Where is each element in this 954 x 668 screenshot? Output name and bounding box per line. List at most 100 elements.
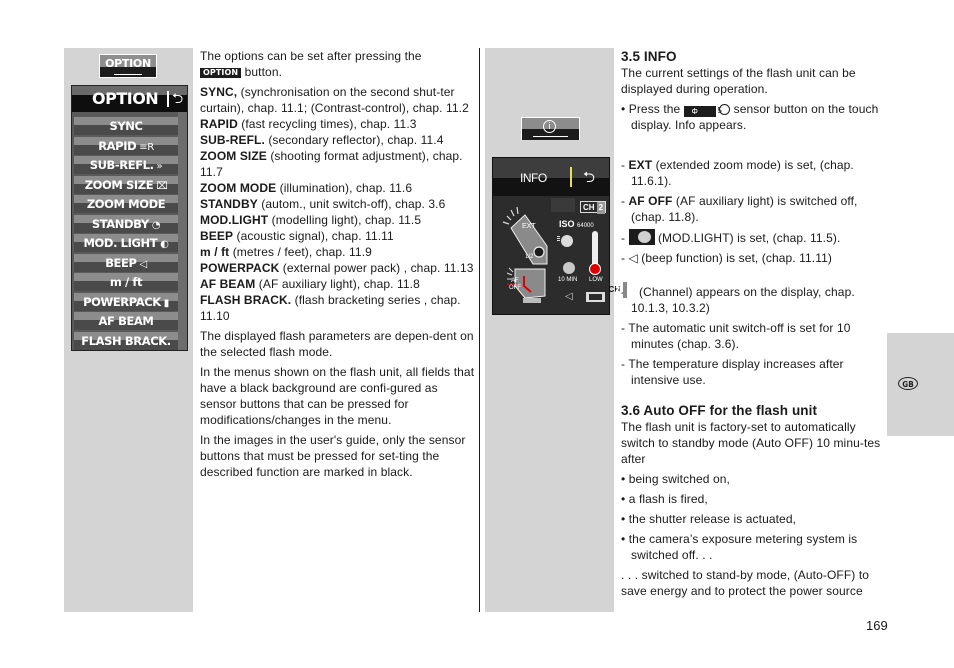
paragraph-flash-params: The displayed flash parameters are depen… [200,329,474,359]
option-entry: FLASH BRACK. (flash bracketing series , … [200,292,475,324]
info-display-screen: INFO ⮌ CH 2 ISO 64000 EXT 1/2 AF OFF 10 MI… [492,157,610,315]
option-description: (metres / feet), chap. 11.9 [229,245,372,259]
option-entry: AF BEAM (AF auxiliary light), chap. 11.8 [200,276,475,292]
menu-item-rapid[interactable]: RAPID ≡R [74,136,178,155]
menu-item-icon: ▮ [163,297,170,309]
modelling-light-icon [557,234,573,249]
option-term: ZOOM SIZE [200,149,267,163]
menu-scrollbar[interactable] [178,112,187,350]
menu-item-zoom-mode[interactable]: ZOOM MODE [74,195,178,213]
menu-item-icon: ⌧ [156,180,168,192]
bullet-item: • the shutter release is actuated, [621,512,797,526]
intro-text-end: button. [241,65,283,79]
option-term: SYNC, [200,85,238,99]
info-screen-title: INFO [520,171,547,185]
inline-info-button: Φ [683,106,716,117]
menu-item-label: SYNC [109,119,143,133]
menu-item-standby[interactable]: STANDBY ◔ [74,214,178,233]
option-description: (AF auxiliary light), chap. 11.8 [255,277,420,291]
option-menu-header: OPTION ⮌ [72,86,187,112]
option-entry: STANDBY (autom., unit switch-off), chap.… [200,196,475,212]
menu-item-icon: ◔ [151,219,161,231]
bullet-item: • a flash is fired, [621,492,708,506]
option-description: (autom., unit switch-off), chap. 3.6 [257,197,446,211]
option-term: FLASH BRACK. [200,293,292,307]
menu-item-powerpack[interactable]: POWERPACK ▮ [74,292,178,311]
paragraph-guide-images: In the images in the user's guide, only … [200,433,466,479]
menu-item-label: AF BEAM [98,314,154,328]
iso-readout: ISO 64000 [559,219,594,229]
intro-text: The options can be set after pressing th… [200,49,422,63]
info-term: EXT [628,158,653,172]
channel-item: - CH2 (Channel) appears on the display, … [609,282,891,316]
info-text-column: 3.5 INFO The current settings of the fla… [609,48,891,599]
menu-item-label: m / ft [109,275,143,289]
option-term: RAPID [200,117,238,131]
standby-time-label: 10 MIN [558,277,578,283]
menu-item-m-ft[interactable]: m / ft [74,273,178,291]
option-term: MOD.LIGHT [200,213,269,227]
option-term: m / ft [200,245,230,259]
menu-item-sub-refl[interactable]: SUB-REFL.» [74,156,178,174]
option-button[interactable]: OPTION [99,54,157,78]
option-description: (illumination), chap. 11.6 [276,181,413,195]
return-arrow-icon[interactable]: ⮌ [583,167,595,192]
modelling-light-icon [628,229,655,245]
heading-3-6: 3.6 Auto OFF for the flash unit [621,403,818,418]
return-arrow-icon[interactable]: ⮌ [172,88,183,112]
info-term: AF OFF [628,194,673,208]
info-description: (extended zoom mode) is set, (chap. 11.6… [631,158,854,188]
menu-item-icon: ◐ [160,239,169,250]
channel-icon: CH2 [609,282,636,298]
menu-item-sync[interactable]: SYNC [74,117,178,135]
beep-item: - ◁ (beep function) is set, (chap. 11.11… [621,251,832,265]
auto-off-item: - The automatic unit switch-off is set f… [621,321,851,351]
menu-item-label: MOD. LIGHT [83,236,158,250]
info-icon: i [543,120,556,133]
menu-item-label: BEEP [105,255,137,270]
menu-item-icon: » [156,161,163,172]
heading-3-5: 3.5 INFO [621,49,677,64]
menu-item-label: SUB-REFL. [89,158,154,172]
option-term: ZOOM MODE [200,181,277,195]
option-description: (external power pack) , chap. 11.13 [279,261,474,275]
menu-item-label: FLASH BRACK. [81,333,171,348]
menu-item-zoom-size[interactable]: ZOOM SIZE ⌧ [74,175,178,194]
header-separator [570,167,572,187]
option-term: AF BEAM [200,277,256,291]
menu-item-af-beam[interactable]: AF BEAM [74,312,178,330]
menu-item-label: ZOOM MODE [86,197,166,211]
channel-badge: CH 2 [580,201,606,214]
menu-item-mod-light[interactable]: MOD. LIGHT ◐ [74,234,178,252]
page-number: 169 [866,618,888,633]
options-text-column: The options can be set after pressing th… [200,48,475,480]
option-entry: SYNC, (synchronisation on the second shu… [200,84,475,116]
option-menu-title: OPTION [92,89,159,108]
option-entry: ZOOM MODE (illumination), chap. 11.6 [200,180,475,196]
option-description: (synchronisation on the second shut-ter … [200,85,469,115]
info-instruction: • Press the Φ 5 sensor button on the tou… [621,102,879,132]
bullet-item: • the camera’s exposure metering system … [621,532,858,562]
option-entry: MOD.LIGHT (modelling light), chap. 11.5 [200,212,475,228]
option-entry: BEEP (acoustic signal), chap. 11.11 [200,228,475,244]
option-term: STANDBY [200,197,258,211]
option-term: BEEP [200,229,234,243]
menu-item-flash-brack[interactable]: FLASH BRACK. [74,331,178,350]
menu-item-label: STANDBY [91,216,149,231]
ext-label: EXT [522,223,536,230]
temperature-label: LOW [589,277,603,283]
menu-item-icon: ◁ [139,258,148,270]
paragraph-sensor-buttons: In the menus shown on the flash unit, al… [200,365,475,427]
option-term: SUB-REFL. [200,133,265,147]
inline-option-button: OPTION [200,68,242,78]
menu-item-beep[interactable]: BEEP ◁ [74,253,178,272]
info-sensor-button[interactable]: i [521,117,580,140]
bullet-item: • being switched on, [621,472,730,486]
option-entry: POWERPACK (external power pack) , chap. … [200,260,475,276]
callout-number: 5 [717,104,731,115]
menu-item-label: RAPID [98,138,137,153]
beep-icon: ◁ [565,291,573,302]
option-term: POWERPACK [200,261,280,275]
info-intro: The current settings of the flash unit c… [621,66,856,96]
temperature-item: - The temperature display increases afte… [621,357,844,387]
